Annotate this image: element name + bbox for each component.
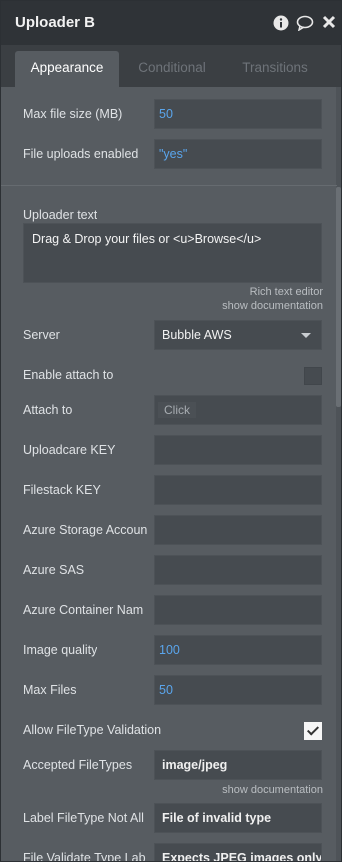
max-files-input[interactable]: 50 bbox=[154, 675, 322, 705]
image-quality-label: Image quality bbox=[23, 643, 98, 657]
attach-to-label: Attach to bbox=[23, 403, 73, 417]
azure-sas-label: Azure SAS bbox=[23, 563, 85, 577]
attach-to-click-button[interactable]: Click bbox=[158, 402, 196, 418]
max-file-size-input[interactable]: 50 bbox=[154, 99, 322, 129]
server-select-value: Bubble AWS bbox=[162, 328, 232, 342]
azure-storage-account-input[interactable] bbox=[154, 515, 322, 545]
accepted-filetypes-input[interactable]: image/jpeg bbox=[154, 750, 322, 780]
uploadcare-key-input[interactable] bbox=[154, 435, 322, 465]
tab-appearance[interactable]: Appearance bbox=[15, 51, 119, 87]
info-icon[interactable] bbox=[273, 15, 289, 31]
max-files-label: Max Files bbox=[23, 683, 77, 697]
rich-text-editor-link[interactable]: Rich text editor bbox=[250, 286, 323, 298]
enable-attach-to-label: Enable attach to bbox=[23, 368, 114, 382]
tab-conditional[interactable]: Conditional bbox=[123, 51, 221, 87]
tab-bar: Appearance Conditional Transitions bbox=[1, 45, 341, 87]
image-quality-input[interactable]: 100 bbox=[154, 635, 322, 665]
close-icon[interactable] bbox=[322, 15, 336, 31]
allow-filetype-validation-label: Allow FileType Validation bbox=[23, 723, 162, 737]
file-uploads-enabled-label: File uploads enabled bbox=[23, 147, 139, 161]
tab-transitions[interactable]: Transitions bbox=[227, 51, 323, 87]
label-filetype-not-allowed-input[interactable]: File of invalid type bbox=[154, 803, 322, 833]
filestack-key-label: Filestack KEY bbox=[23, 483, 101, 497]
comment-icon[interactable] bbox=[296, 15, 314, 32]
accepted-filetypes-label: Accepted FileTypes bbox=[23, 758, 133, 772]
max-file-size-label: Max file size (MB) bbox=[23, 107, 123, 121]
title-bar: Uploader B bbox=[1, 1, 341, 45]
uploader-text-input[interactable]: Drag & Drop your files or <u>Browse</u> bbox=[23, 223, 322, 283]
filestack-key-input[interactable] bbox=[154, 475, 322, 505]
accepted-filetypes-documentation-link[interactable]: show documentation bbox=[222, 784, 323, 796]
chevron-down-icon bbox=[301, 333, 311, 338]
properties-content: Max file size (MB) 50 File uploads enabl… bbox=[1, 87, 337, 862]
property-editor-panel: Uploader B Appearance Conditional Transi… bbox=[0, 0, 342, 862]
azure-storage-account-label: Azure Storage Accoun bbox=[23, 523, 147, 537]
file-uploads-enabled-input[interactable]: "yes" bbox=[154, 139, 322, 169]
file-validate-type-label-label: File Validate Type Lab bbox=[23, 851, 146, 862]
divider bbox=[1, 185, 337, 186]
label-filetype-not-allowed-label: Label FileType Not All bbox=[23, 811, 144, 825]
element-title: Uploader B bbox=[15, 14, 96, 31]
show-documentation-link[interactable]: show documentation bbox=[222, 300, 323, 312]
checkmark-icon bbox=[306, 723, 320, 736]
azure-sas-input[interactable] bbox=[154, 555, 322, 585]
uploader-text-label: Uploader text bbox=[23, 208, 98, 222]
server-label: Server bbox=[23, 328, 60, 342]
enable-attach-to-checkbox[interactable] bbox=[304, 367, 322, 385]
file-validate-type-label-input[interactable]: Expects JPEG images only bbox=[154, 843, 322, 861]
server-select[interactable]: Bubble AWS bbox=[154, 320, 322, 350]
attach-to-field[interactable]: Click bbox=[154, 395, 322, 425]
azure-container-name-input[interactable] bbox=[154, 595, 322, 625]
azure-container-name-label: Azure Container Nam bbox=[23, 603, 144, 617]
allow-filetype-validation-checkbox[interactable] bbox=[304, 722, 322, 740]
uploadcare-key-label: Uploadcare KEY bbox=[23, 443, 116, 457]
